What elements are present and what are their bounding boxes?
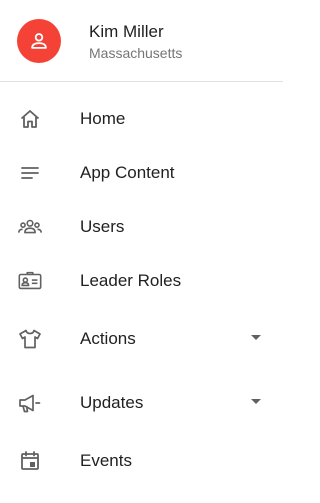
people-icon: [17, 215, 43, 239]
chevron-down-icon[interactable]: [251, 335, 261, 340]
badge-icon: [17, 269, 43, 293]
nav-item-events[interactable]: Events: [0, 439, 283, 483]
notes-icon: [17, 161, 43, 185]
nav-item-label: Users: [80, 217, 125, 236]
profile-location: Massachusetts: [89, 45, 183, 61]
nav-item-label: Home: [80, 109, 126, 128]
nav-item-users[interactable]: Users: [0, 205, 283, 249]
home-icon: [17, 107, 43, 131]
nav-item-label: Updates: [80, 393, 144, 412]
nav-item-leader-roles[interactable]: Leader Roles: [0, 259, 283, 303]
nav-item-label: Actions: [80, 329, 136, 348]
navigation-drawer: Kim Miller Massachusetts Home App Conten…: [0, 0, 283, 503]
nav-item-label: Events: [80, 451, 132, 470]
calendar-icon: [17, 449, 43, 473]
nav-item-updates[interactable]: Updates: [0, 381, 283, 425]
nav-item-home[interactable]: Home: [0, 97, 283, 141]
nav-item-app-content[interactable]: App Content: [0, 151, 283, 195]
person-icon: [31, 33, 47, 49]
nav-item-label: App Content: [80, 163, 175, 182]
profile-header: Kim Miller Massachusetts: [0, 0, 283, 82]
megaphone-icon: [17, 391, 43, 415]
nav-item-label: Leader Roles: [80, 271, 182, 290]
avatar[interactable]: [17, 19, 61, 63]
shirt-icon: [17, 327, 43, 351]
profile-name: Kim Miller: [89, 22, 164, 41]
chevron-down-icon[interactable]: [251, 399, 261, 404]
nav-item-actions[interactable]: Actions: [0, 317, 283, 361]
